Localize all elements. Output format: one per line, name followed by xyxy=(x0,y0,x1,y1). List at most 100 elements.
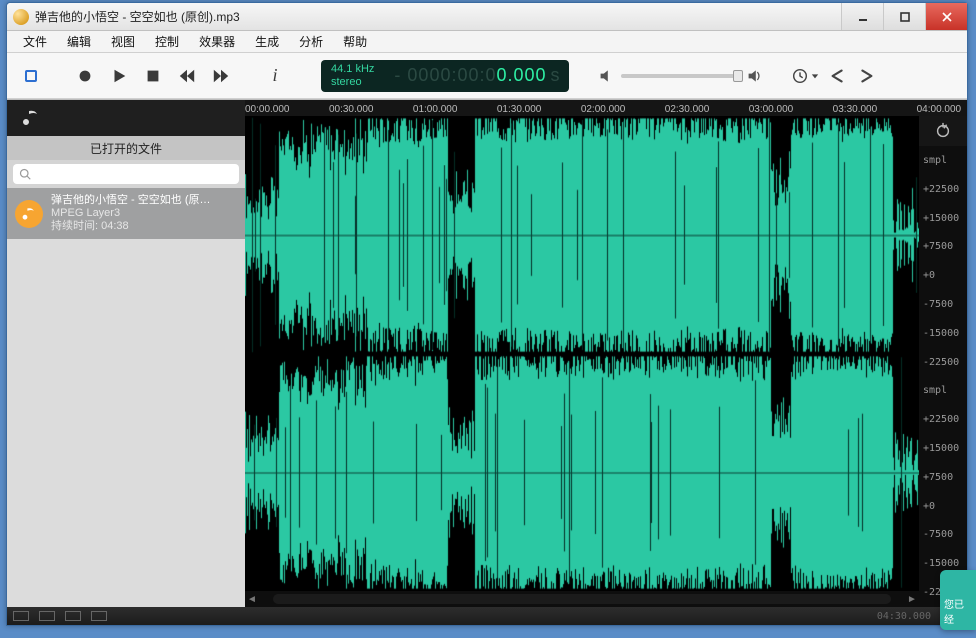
close-button[interactable] xyxy=(925,3,967,30)
right-tools xyxy=(791,67,875,85)
app-icon xyxy=(13,9,29,25)
menu-analyze[interactable]: 分析 xyxy=(289,31,333,52)
amp-label: +22500 xyxy=(919,175,967,204)
loop-button[interactable] xyxy=(17,62,45,90)
target-icon xyxy=(934,122,952,140)
amp-label: -7500 xyxy=(919,521,967,550)
sidebar-title: 已打开的文件 xyxy=(7,136,245,160)
sidebar-search xyxy=(7,160,245,188)
scroll-track[interactable] xyxy=(273,594,891,604)
file-duration: 持续时间: 04:38 xyxy=(51,220,211,233)
volume-control xyxy=(599,68,763,84)
file-type-icon xyxy=(15,200,43,228)
waveform-area: 00:00.000 00:30.000 01:00.000 01:30.000 02:0… xyxy=(245,100,967,607)
menu-control[interactable]: 控制 xyxy=(145,31,189,52)
status-cell-1[interactable] xyxy=(13,611,29,621)
time-dim: - 0000:00:0 xyxy=(394,65,496,86)
speaker-low-icon xyxy=(599,68,615,84)
main-content: 已打开的文件 弹吉他的小悟空 - 空空如也 (原创).... MPEG Laye… xyxy=(7,99,967,607)
amp-label: +7500 xyxy=(919,463,967,492)
sample-rate: 44.1 kHz xyxy=(331,63,374,76)
app-window: 弹吉他的小悟空 - 空空如也 (原创).mp3 文件 编辑 视图 控制 效果器 … xyxy=(6,2,968,626)
menu-file[interactable]: 文件 xyxy=(13,31,57,52)
minimize-button[interactable] xyxy=(841,3,883,30)
titlebar[interactable]: 弹吉他的小悟空 - 空空如也 (原创).mp3 xyxy=(7,3,967,31)
sidebar: 已打开的文件 弹吉他的小悟空 - 空空如也 (原创).... MPEG Laye… xyxy=(7,100,245,607)
ruler-tick: 02:00.000 xyxy=(581,104,626,115)
music-note-icon xyxy=(21,108,41,128)
menu-view[interactable]: 视图 xyxy=(101,31,145,52)
clock-icon xyxy=(791,67,809,85)
scroll-right-arrow[interactable]: ► xyxy=(905,594,919,605)
amp-label: -22500 xyxy=(919,348,967,377)
window-title: 弹吉他的小悟空 - 空空如也 (原创).mp3 xyxy=(35,8,841,25)
menu-generate[interactable]: 生成 xyxy=(245,31,289,52)
waveform-right-channel[interactable] xyxy=(245,354,919,592)
menubar: 文件 编辑 视图 控制 效果器 生成 分析 帮助 xyxy=(7,31,967,53)
status-cell-4[interactable] xyxy=(91,611,107,621)
file-meta: 弹吉他的小悟空 - 空空如也 (原创).... MPEG Layer3 持续时间… xyxy=(51,194,211,233)
time-ruler[interactable]: 00:00.000 00:30.000 01:00.000 01:30.000 02:0… xyxy=(245,100,967,116)
file-codec: MPEG Layer3 xyxy=(51,207,211,220)
ruler-tick: 00:30.000 xyxy=(329,104,374,115)
menu-effects[interactable]: 效果器 xyxy=(189,31,245,52)
play-button[interactable] xyxy=(105,62,133,90)
ruler-tick: 01:00.000 xyxy=(413,104,458,115)
amp-label: +15000 xyxy=(919,204,967,233)
amp-label: +0 xyxy=(919,492,967,521)
amp-label: +0 xyxy=(919,261,967,290)
amp-label: +7500 xyxy=(919,232,967,261)
ruler-tick: 00:00.000 xyxy=(245,104,290,115)
amp-label: -15000 xyxy=(919,319,967,348)
file-list: 弹吉他的小悟空 - 空空如也 (原创).... MPEG Layer3 持续时间… xyxy=(7,188,245,607)
record-button[interactable] xyxy=(71,62,99,90)
amp-label: smpl xyxy=(919,377,967,406)
amp-label: +22500 xyxy=(919,405,967,434)
sidebar-tab[interactable] xyxy=(7,100,245,136)
volume-slider[interactable] xyxy=(621,74,741,78)
menu-help[interactable]: 帮助 xyxy=(333,31,377,52)
tool-selector[interactable] xyxy=(919,116,967,146)
amp-label: +15000 xyxy=(919,434,967,463)
waveform-left-channel[interactable] xyxy=(245,116,919,354)
redo-button[interactable] xyxy=(857,67,875,85)
file-item[interactable]: 弹吉他的小悟空 - 空空如也 (原创).... MPEG Layer3 持续时间… xyxy=(7,188,245,239)
tracks: ◄ ► smpl+22500+15000+7500+0-7500-15000-2… xyxy=(245,116,967,607)
menu-edit[interactable]: 编辑 xyxy=(57,31,101,52)
status-cell-3[interactable] xyxy=(65,611,81,621)
speaker-high-icon xyxy=(747,68,763,84)
window-controls xyxy=(841,3,967,30)
watermark-badge[interactable]: 您已经 xyxy=(940,570,976,630)
status-bar: 04:30.000 xyxy=(7,607,967,625)
amplitude-ruler: smpl+22500+15000+7500+0-7500-15000-22500… xyxy=(919,116,967,607)
ruler-tick: 02:30.000 xyxy=(665,104,710,115)
history-button[interactable] xyxy=(791,67,819,85)
ruler-tick: 03:00.000 xyxy=(749,104,794,115)
ruler-tick: 01:30.000 xyxy=(497,104,542,115)
toolbar: i 44.1 kHz stereo - 0000:00:0 0.000 s xyxy=(7,53,967,99)
volume-thumb[interactable] xyxy=(733,70,743,82)
search-icon xyxy=(19,168,31,180)
wave-column: ◄ ► xyxy=(245,116,919,607)
time-bright: 0.000 xyxy=(497,65,547,86)
music-note-icon xyxy=(21,206,37,222)
sample-rate-display: 44.1 kHz stereo xyxy=(321,60,384,92)
rewind-button[interactable] xyxy=(173,62,201,90)
ruler-tick: 04:00.000 xyxy=(917,104,962,115)
scroll-left-arrow[interactable]: ◄ xyxy=(245,594,259,605)
position-display: - 0000:00:0 0.000 s xyxy=(384,60,568,92)
channel-mode: stereo xyxy=(331,76,374,89)
stop-button[interactable] xyxy=(139,62,167,90)
time-unit: s xyxy=(551,65,561,86)
info-button[interactable]: i xyxy=(261,62,289,90)
time-display: 44.1 kHz stereo - 0000:00:0 0.000 s xyxy=(321,60,569,92)
file-name: 弹吉他的小悟空 - 空空如也 (原创).... xyxy=(51,194,211,207)
chevron-down-icon xyxy=(811,72,819,80)
forward-button[interactable] xyxy=(207,62,235,90)
undo-button[interactable] xyxy=(829,67,847,85)
status-cell-2[interactable] xyxy=(39,611,55,621)
horizontal-scrollbar[interactable]: ◄ ► xyxy=(245,591,919,607)
amp-label: -7500 xyxy=(919,290,967,319)
maximize-button[interactable] xyxy=(883,3,925,30)
search-input[interactable] xyxy=(35,168,233,180)
